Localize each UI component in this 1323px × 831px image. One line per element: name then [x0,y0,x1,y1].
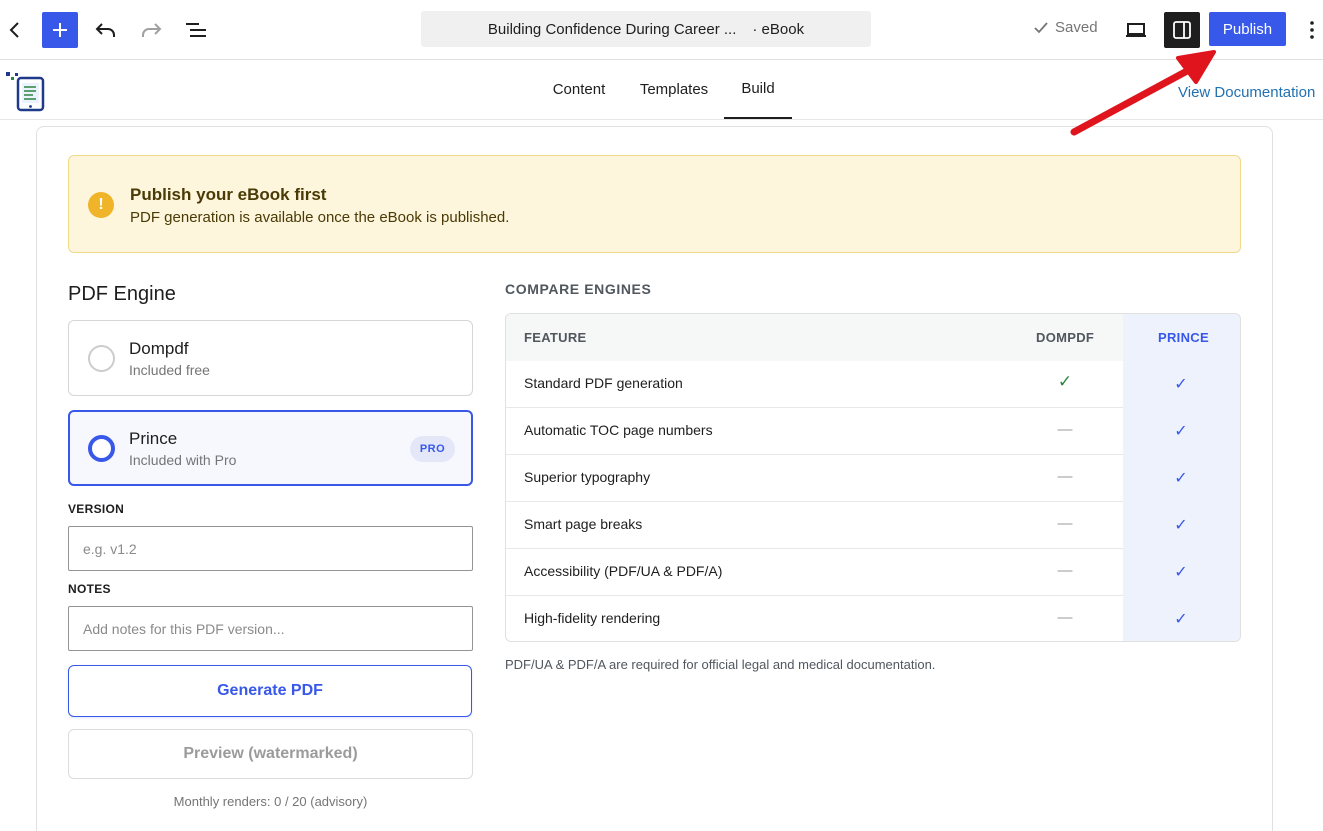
feature-cell: Standard PDF generation [524,375,683,391]
prince-check-icon: ✓ [1174,423,1188,440]
dompdf-dash-icon: — [1057,562,1073,579]
undo-button[interactable] [88,12,124,48]
tab-content[interactable]: Content [540,60,618,119]
column-header-feature: FEATURE [524,330,587,345]
feature-cell: Automatic TOC page numbers [524,422,713,438]
engine-subtitle: Included with Pro [129,452,237,468]
dompdf-dash-icon: — [1057,421,1073,438]
monthly-renders-text: Monthly renders: 0 / 20 (advisory) [173,794,368,809]
check-icon [1034,21,1048,33]
prince-check-icon: ✓ [1174,517,1188,534]
feature-cell: High-fidelity rendering [524,610,661,626]
engine-name: Dompdf [129,339,189,358]
add-block-button[interactable] [42,12,78,48]
table-header [506,314,1123,361]
prince-check-icon: ✓ [1174,564,1188,581]
feature-cell: Accessibility (PDF/UA & PDF/A) [524,563,723,579]
version-label: VERSION [68,502,125,516]
plugin-logo[interactable] [6,70,46,112]
redo-button[interactable] [133,12,169,48]
radio-dompdf[interactable] [88,345,115,372]
publish-notice: ! Publish your eBook first PDF generatio… [68,155,1241,253]
engine-option-prince[interactable]: Prince Included with Pro PRO [68,410,473,486]
dompdf-dash-icon: — [1057,515,1073,532]
dompdf-check-icon: ✓ [1057,372,1073,391]
notes-label: NOTES [68,582,111,596]
table-row: Smart page breaks — ✓ [506,502,1240,549]
pro-badge: PRO [410,436,455,462]
prince-check-icon: ✓ [1174,470,1188,487]
saved-status: Saved [1033,19,1098,36]
prince-check-icon: ✓ [1174,376,1188,393]
feature-cell: Smart page breaks [524,516,643,532]
preview-watermarked-button[interactable]: Preview (watermarked) [68,729,473,779]
table-row: Standard PDF generation ✓ ✓ [506,361,1240,408]
tab-build[interactable]: Build [724,60,792,119]
feature-cell: Superior typography [524,469,651,485]
list-view-icon [186,23,206,37]
engine-subtitle: Included free [129,362,210,378]
table-row: Accessibility (PDF/UA & PDF/A) — ✓ [506,549,1240,596]
back-button[interactable] [0,12,30,48]
document-title: Building Confidence During Career ... [487,20,737,38]
notice-title: Publish your eBook first [130,185,327,204]
column-header-prince: PRINCE [1158,330,1209,345]
undo-icon [95,23,115,37]
engine-option-dompdf[interactable]: Dompdf Included free [68,320,473,396]
compare-engines-heading: COMPARE ENGINES [505,281,652,297]
desktop-icon [1126,23,1146,37]
redo-icon [142,23,162,37]
version-input[interactable] [68,526,473,571]
tab-templates[interactable]: Templates [630,60,718,119]
dompdf-dash-icon: — [1057,609,1073,626]
radio-prince[interactable] [88,435,115,462]
notice-text: PDF generation is available once the eBo… [130,209,510,226]
table-row: Automatic TOC page numbers — ✓ [506,408,1240,455]
chevron-left-icon [9,22,19,38]
annotation-arrow-icon [1070,50,1216,136]
compare-table: FEATURE DOMPDF PRINCE Standard PDF gener… [505,313,1241,642]
dompdf-dash-icon: — [1057,468,1073,485]
document-overview-button[interactable] [178,12,214,48]
sidebar-icon [1173,21,1191,39]
pdf-engine-heading: PDF Engine [68,283,176,305]
document-title-bar[interactable]: Building Confidence During Career ... · … [421,11,871,47]
prince-check-icon: ✓ [1174,611,1188,628]
warning-icon: ! [88,192,114,218]
notes-input[interactable] [68,606,473,651]
post-type-label: · eBook [752,20,805,38]
options-button[interactable] [1300,12,1323,48]
generate-pdf-button[interactable]: Generate PDF [68,665,472,717]
plus-icon [53,23,67,37]
saved-label: Saved [1055,19,1098,36]
compare-footnote: PDF/UA & PDF/A are required for official… [505,657,936,672]
more-vertical-icon [1310,21,1314,39]
engine-name: Prince [129,429,178,448]
column-header-dompdf: DOMPDF [1036,330,1095,345]
ebook-logo-icon [6,72,45,112]
table-row: High-fidelity rendering — ✓ [506,596,1240,641]
table-row: Superior typography — ✓ [506,455,1240,502]
